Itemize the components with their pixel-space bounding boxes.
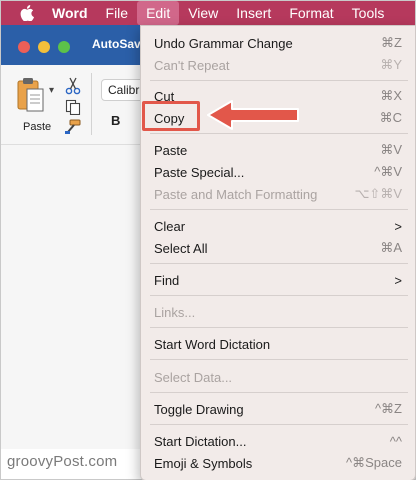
- copy-highlight-box: [142, 101, 200, 131]
- menu-separator: [150, 295, 408, 296]
- menu-separator: [150, 392, 408, 393]
- bold-button[interactable]: B: [111, 113, 120, 128]
- menu-bar: Word File Edit View Insert Format Tools: [1, 1, 415, 25]
- menu-separator: [150, 209, 408, 210]
- arrow-left-icon: [207, 100, 299, 130]
- format-painter-icon[interactable]: [64, 119, 82, 135]
- menu-separator: [150, 359, 408, 360]
- menu-item-links: Links...: [154, 304, 196, 320]
- menu-view[interactable]: View: [179, 1, 227, 25]
- menu-word[interactable]: Word: [50, 1, 97, 25]
- watermark: groovyPost.com: [7, 453, 118, 470]
- menu-file[interactable]: File: [97, 1, 138, 25]
- menu-separator: [150, 80, 408, 81]
- menu-item-paste-special[interactable]: Paste Special... ^⌘V: [141, 162, 415, 182]
- menu-item-select-data: Select Data...: [154, 369, 233, 385]
- menu-item-clear[interactable]: Clear >: [141, 216, 415, 236]
- paste-button[interactable]: Paste: [13, 75, 53, 135]
- ribbon-divider: [91, 73, 92, 135]
- copy-icon[interactable]: [65, 99, 81, 115]
- menu-item-start-dictation[interactable]: Start Dictation... ^^: [141, 431, 415, 451]
- zoom-window-button[interactable]: [58, 41, 70, 53]
- menu-tools[interactable]: Tools: [343, 1, 394, 25]
- minimize-window-button[interactable]: [38, 41, 50, 53]
- menu-item-toggle-drawing[interactable]: Toggle Drawing ^⌘Z: [141, 399, 415, 419]
- menu-item-start-word-dictation[interactable]: Start Word Dictation: [141, 334, 415, 354]
- chevron-right-icon: >: [394, 272, 402, 288]
- menu-item-paste-match-formatting: Paste and Match Formatting ⌥⇧⌘V: [154, 186, 402, 202]
- menu-item-paste[interactable]: Paste ⌘V: [141, 140, 415, 160]
- clipboard-icon: [17, 78, 44, 112]
- menu-item-find[interactable]: Find >: [141, 270, 415, 290]
- chevron-right-icon: >: [394, 218, 402, 234]
- menu-format[interactable]: Format: [280, 1, 342, 25]
- menu-item-select-all[interactable]: Select All ⌘A: [141, 238, 415, 258]
- menu-item-undo[interactable]: Undo Grammar Change ⌘Z: [141, 33, 415, 53]
- scissors-icon[interactable]: [65, 77, 81, 95]
- menu-separator: [150, 424, 408, 425]
- menu-separator: [150, 133, 408, 134]
- menu-separator: [150, 263, 408, 264]
- menu-insert[interactable]: Insert: [227, 1, 280, 25]
- menu-separator: [150, 327, 408, 328]
- chevron-down-icon[interactable]: ▾: [49, 85, 54, 96]
- menu-edit[interactable]: Edit: [137, 1, 180, 25]
- close-window-button[interactable]: [18, 41, 30, 53]
- menu-item-emoji-symbols[interactable]: Emoji & Symbols ^⌘Space: [141, 453, 415, 473]
- menu-item-repeat: Can't Repeat ⌘Y: [154, 57, 402, 73]
- apple-icon[interactable]: [20, 1, 40, 25]
- edit-menu: Undo Grammar Change ⌘Z Can't Repeat ⌘Y C…: [140, 25, 416, 480]
- paste-label: Paste: [23, 121, 52, 133]
